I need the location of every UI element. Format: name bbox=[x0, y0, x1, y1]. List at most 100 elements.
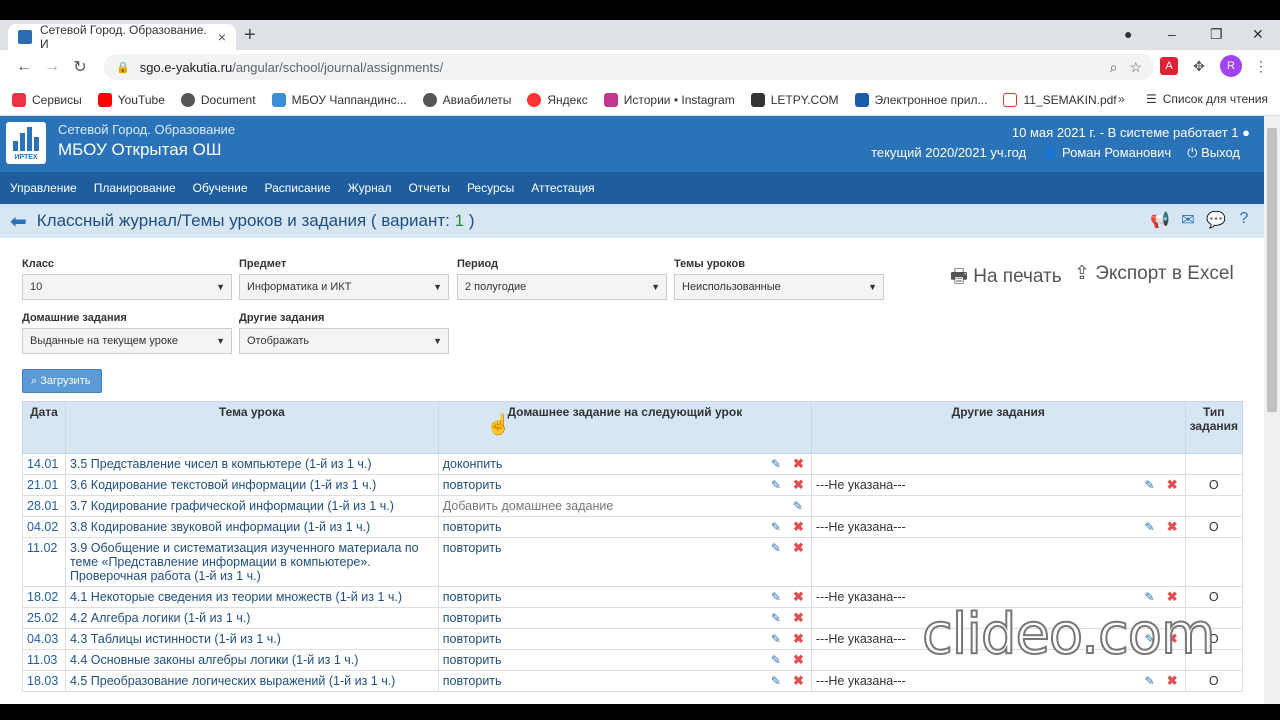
col-type[interactable]: Тип задания bbox=[1184, 401, 1244, 454]
row-topic[interactable]: 3.5 Представление чисел в компьютере (1-… bbox=[64, 453, 439, 475]
menu-item-schedule[interactable]: Расписание bbox=[265, 181, 331, 195]
edit-pencil-icon[interactable]: ✎ bbox=[771, 632, 781, 646]
edit-pencil-icon[interactable]: ✎ bbox=[771, 653, 781, 667]
delete-x-icon[interactable]: ✖ bbox=[793, 610, 804, 626]
page-scrollbar[interactable] bbox=[1264, 116, 1280, 704]
mail-icon[interactable]: ✉ bbox=[1178, 210, 1198, 230]
profile-menu-icon[interactable]: ● bbox=[1124, 26, 1132, 42]
tab-close-icon[interactable]: × bbox=[218, 29, 226, 45]
edit-pencil-icon[interactable]: ✎ bbox=[771, 520, 781, 534]
row-date[interactable]: 04.02 bbox=[22, 516, 66, 538]
row-date[interactable]: 25.02 bbox=[22, 607, 66, 629]
megaphone-icon[interactable]: 📢 bbox=[1150, 210, 1170, 230]
row-date[interactable]: 11.02 bbox=[22, 537, 66, 587]
row-other[interactable] bbox=[810, 453, 1186, 475]
delete-x-icon[interactable]: ✖ bbox=[793, 631, 804, 647]
menu-item-journal[interactable]: Журнал bbox=[348, 181, 392, 195]
delete-x-icon[interactable]: ✖ bbox=[793, 540, 804, 556]
menu-item-learning[interactable]: Обучение bbox=[193, 181, 248, 195]
edit-pencil-icon[interactable]: ✎ bbox=[771, 541, 781, 555]
edit-pencil-icon[interactable]: ✎ bbox=[771, 478, 781, 492]
row-other[interactable]: ---Не указана--- ✎ ✖ bbox=[810, 516, 1186, 538]
address-bar[interactable]: 🔒 sgo.e-yakutia.ru/angular/school/journa… bbox=[104, 54, 1154, 80]
col-date[interactable]: Дата bbox=[22, 401, 66, 454]
print-button[interactable]: 🖶 На печать bbox=[950, 262, 1062, 294]
row-homework[interactable]: повторить ✎ ✖ bbox=[437, 670, 812, 692]
row-date[interactable]: 14.01 bbox=[22, 453, 66, 475]
row-homework[interactable]: повторить ✎ ✖ bbox=[437, 537, 812, 587]
edit-pencil-icon[interactable]: ✎ bbox=[1145, 478, 1155, 492]
edit-pencil-icon[interactable]: ✎ bbox=[1145, 520, 1155, 534]
back-arrow-icon[interactable]: ← bbox=[10, 58, 38, 76]
delete-x-icon[interactable]: ✖ bbox=[793, 477, 804, 493]
row-date[interactable]: 11.03 bbox=[22, 649, 66, 671]
row-topic[interactable]: 4.3 Таблицы истинности (1-й из 1 ч.) bbox=[64, 628, 439, 650]
bookmark-item[interactable]: Электронное прил... bbox=[854, 92, 987, 107]
forward-arrow-icon[interactable]: → bbox=[38, 58, 66, 76]
pdf-extension-icon[interactable]: A bbox=[1160, 57, 1178, 75]
row-homework[interactable]: повторить ✎ ✖ bbox=[437, 628, 812, 650]
school-year[interactable]: текущий 2020/2021 уч.год bbox=[871, 145, 1026, 161]
bookmark-item[interactable]: YouTube bbox=[97, 92, 165, 107]
export-excel-button[interactable]: ⇪ Экспорт в Excel bbox=[1074, 262, 1234, 285]
help-icon[interactable]: ? bbox=[1234, 210, 1254, 230]
row-topic[interactable]: 3.8 Кодирование звуковой информации (1-й… bbox=[64, 516, 439, 538]
row-topic[interactable]: 4.5 Преобразование логических выражений … bbox=[64, 670, 439, 692]
other-tasks-select[interactable]: Отображать ▼ bbox=[239, 328, 449, 354]
period-select[interactable]: 2 полугодие ▼ bbox=[457, 274, 667, 300]
row-topic[interactable]: 4.2 Алгебра логики (1-й из 1 ч.) bbox=[64, 607, 439, 629]
row-homework[interactable]: Добавить домашнее задание ✎ bbox=[437, 495, 812, 517]
menu-item-reports[interactable]: Отчеты bbox=[408, 181, 449, 195]
edit-pencil-icon[interactable]: ✎ bbox=[771, 611, 781, 625]
bookmark-item[interactable]: Document bbox=[180, 92, 256, 107]
load-button[interactable]: ⌕ Загрузить bbox=[22, 369, 102, 393]
row-topic[interactable]: 3.9 Обобщение и систематизация изученног… bbox=[64, 537, 439, 587]
delete-x-icon[interactable]: ✖ bbox=[1167, 477, 1178, 493]
restore-button[interactable]: ❐ bbox=[1210, 26, 1223, 43]
row-date[interactable]: 18.03 bbox=[22, 670, 66, 692]
bookmark-item[interactable]: LETPY.COM bbox=[750, 92, 839, 107]
chat-icon[interactable]: 💬 bbox=[1206, 210, 1226, 230]
delete-x-icon[interactable]: ✖ bbox=[793, 589, 804, 605]
row-topic[interactable]: 3.7 Кодирование графической информации (… bbox=[64, 495, 439, 517]
menu-item-management[interactable]: Управление bbox=[10, 181, 77, 195]
delete-x-icon[interactable]: ✖ bbox=[793, 519, 804, 535]
bookmark-item[interactable]: 11_SEMAKIN.pdf bbox=[1003, 92, 1117, 107]
user-menu[interactable]: 👤 Роман Романович bbox=[1042, 145, 1171, 161]
row-date[interactable]: 04.03 bbox=[22, 628, 66, 650]
scrollbar-thumb[interactable] bbox=[1267, 128, 1277, 412]
delete-x-icon[interactable]: ✖ bbox=[1167, 673, 1178, 689]
edit-pencil-icon[interactable]: ✎ bbox=[771, 457, 781, 471]
delete-x-icon[interactable]: ✖ bbox=[793, 456, 804, 472]
delete-x-icon[interactable]: ✖ bbox=[793, 673, 804, 689]
bookmark-item[interactable]: Истории • Instagram bbox=[603, 92, 735, 107]
zoom-icon[interactable]: ⌕ bbox=[1110, 59, 1118, 76]
bookmark-star-icon[interactable]: ☆ bbox=[1129, 59, 1142, 76]
row-topic[interactable]: 3.6 Кодирование текстовой информации (1-… bbox=[64, 474, 439, 496]
bookmark-item[interactable]: МБОУ Чаппандинс... bbox=[271, 92, 407, 107]
row-other[interactable]: ---Не указана--- ✎ ✖ bbox=[810, 670, 1186, 692]
bookmark-item[interactable]: Авиабилеты bbox=[422, 92, 511, 107]
row-date[interactable]: 18.02 bbox=[22, 586, 66, 608]
row-topic[interactable]: 4.1 Некоторые сведения из теории множест… bbox=[64, 586, 439, 608]
row-date[interactable]: 21.01 bbox=[22, 474, 66, 496]
edit-pencil-icon[interactable]: ✎ bbox=[771, 590, 781, 604]
profile-avatar[interactable]: R bbox=[1220, 55, 1242, 77]
row-other[interactable] bbox=[810, 537, 1186, 587]
reload-icon[interactable]: ↻ bbox=[66, 57, 94, 77]
menu-item-resources[interactable]: Ресурсы bbox=[467, 181, 514, 195]
delete-x-icon[interactable]: ✖ bbox=[793, 652, 804, 668]
col-other[interactable]: Другие задания bbox=[810, 401, 1186, 454]
extensions-puzzle-icon[interactable]: ✥ bbox=[1190, 57, 1208, 75]
row-homework[interactable]: повторить ✎ ✖ bbox=[437, 607, 812, 629]
col-topic[interactable]: Тема урока bbox=[64, 401, 439, 454]
subject-select[interactable]: Информатика и ИКТ ▼ bbox=[239, 274, 449, 300]
bookmark-item[interactable]: Сервисы bbox=[12, 92, 82, 107]
new-tab-button[interactable]: + bbox=[244, 24, 256, 47]
row-other[interactable]: ---Не указана--- ✎ ✖ bbox=[810, 474, 1186, 496]
back-arrow-icon[interactable]: ⬅ bbox=[10, 209, 27, 234]
row-homework[interactable]: повторить ✎ ✖ bbox=[437, 586, 812, 608]
topics-select[interactable]: Неиспользованные ▼ bbox=[674, 274, 884, 300]
row-other[interactable] bbox=[810, 495, 1186, 517]
row-homework[interactable]: повторить ✎ ✖ bbox=[437, 474, 812, 496]
